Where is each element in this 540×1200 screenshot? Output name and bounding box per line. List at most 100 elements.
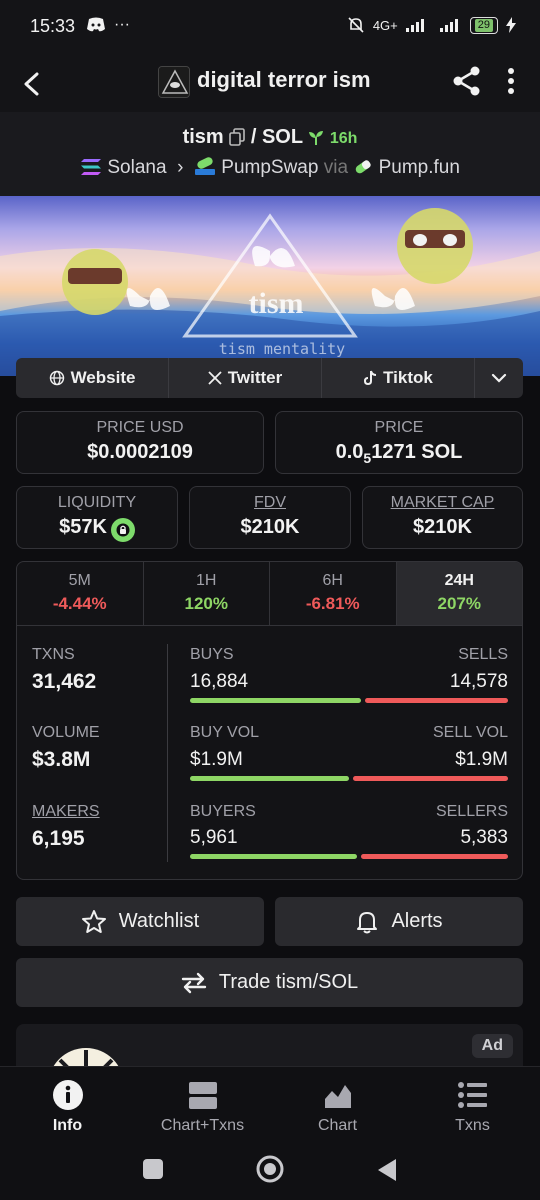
tiktok-label: Tiktok xyxy=(383,368,433,387)
signal-icon xyxy=(405,19,424,32)
page-title: digital terror ism xyxy=(197,67,371,92)
volume-ratio-bar xyxy=(190,776,508,781)
area-chart-icon xyxy=(324,1085,351,1108)
tiktok-icon xyxy=(364,370,377,386)
signal-icon-2 xyxy=(439,19,458,32)
chain-link[interactable]: Solana xyxy=(107,157,166,178)
sells-label: SELLS xyxy=(458,646,508,663)
sell-vol-bar xyxy=(353,776,508,781)
liquidity-card: LIQUIDITY $57K xyxy=(16,486,178,549)
sells-value: 14,578 xyxy=(449,671,508,692)
status-bar: 15:33 ··· 4G+ 29 xyxy=(0,0,540,56)
share-button[interactable] xyxy=(450,64,484,98)
pair-title: tism / SOL 16h xyxy=(0,126,540,149)
back-nav-button[interactable] xyxy=(376,1158,398,1182)
split-view-icon xyxy=(188,1082,217,1109)
arrow-left-icon xyxy=(24,72,39,96)
banner-caption: tism mentality xyxy=(219,340,345,358)
price-native-label: PRICE xyxy=(374,419,424,436)
buyers-label: BUYERS xyxy=(190,803,256,820)
status-time: 15:33 xyxy=(30,16,76,36)
recents-button[interactable] xyxy=(142,1158,164,1180)
twitter-label: Twitter xyxy=(227,368,283,387)
tab-5m[interactable]: 5M -4.44% xyxy=(17,562,144,625)
tab-24h[interactable]: 24H 207% xyxy=(396,562,522,625)
nav-chart[interactable]: Chart xyxy=(270,1067,405,1146)
lock-icon[interactable] xyxy=(110,518,135,542)
price-usd-value: $0.0002109 xyxy=(87,441,193,463)
volume-value: $3.8M xyxy=(32,748,91,771)
nav-info[interactable]: Info xyxy=(0,1067,135,1146)
network-type: 4G+ xyxy=(372,17,398,33)
sells-bar xyxy=(364,698,508,703)
more-links-button[interactable] xyxy=(475,358,523,398)
swap-arrows-icon xyxy=(181,972,207,993)
change-5m: -4.44% xyxy=(52,594,107,613)
home-button[interactable] xyxy=(256,1155,284,1183)
star-icon xyxy=(81,909,106,933)
bottom-navigation: Info Chart+Txns Chart Txns xyxy=(0,1066,540,1146)
buyers-bar xyxy=(190,854,358,859)
discord-icon xyxy=(87,17,105,32)
base-symbol: tism xyxy=(182,126,224,148)
pair-age: 16h xyxy=(329,130,358,147)
market-cap-value: $210K xyxy=(413,516,472,538)
chevron-down-icon xyxy=(491,373,507,383)
social-links-bar: Website Twitter Tiktok xyxy=(16,358,523,398)
tiktok-link[interactable]: Tiktok xyxy=(322,358,475,398)
makers-label[interactable]: MAKERS xyxy=(32,803,100,821)
sellers-value: 5,383 xyxy=(460,827,508,848)
share-icon xyxy=(453,66,480,96)
list-icon xyxy=(457,1082,487,1108)
system-status: 4G+ 29 xyxy=(347,16,516,34)
pair-separator: / xyxy=(250,126,257,148)
buys-label: BUYS xyxy=(190,646,234,663)
buys-bar xyxy=(190,698,361,703)
launchpad-link[interactable]: Pump.fun xyxy=(379,157,460,178)
info-icon xyxy=(52,1080,83,1110)
banner-title: tism xyxy=(249,287,304,320)
nav-txns[interactable]: Txns xyxy=(405,1067,540,1146)
dex-link[interactable]: PumpSwap xyxy=(221,157,318,178)
alerts-label: Alerts xyxy=(391,910,443,932)
trade-button[interactable]: Trade tism/SOL xyxy=(16,958,523,1007)
tab-6h[interactable]: 6H -6.81% xyxy=(270,562,397,625)
back-button[interactable] xyxy=(14,66,50,102)
pair-route: Solana › PumpSwap via Pump.fun xyxy=(0,156,540,179)
battery-icon: 29 xyxy=(469,16,498,34)
twitter-link[interactable]: Twitter xyxy=(169,358,322,398)
token-logo xyxy=(158,66,190,98)
watchlist-button[interactable]: Watchlist xyxy=(16,897,264,946)
copy-icon[interactable] xyxy=(229,128,246,146)
alerts-button[interactable]: Alerts xyxy=(275,897,523,946)
tab-1h[interactable]: 1H 120% xyxy=(144,562,270,625)
more-options-button[interactable] xyxy=(496,64,526,98)
system-navigation-bar xyxy=(0,1146,540,1200)
token-banner-image: tism tism mentality xyxy=(0,196,540,376)
txns-value: 31,462 xyxy=(32,670,97,693)
makers-value: 6,195 xyxy=(32,827,85,850)
market-cap-card[interactable]: MARKET CAP $210K xyxy=(362,486,523,549)
pair-info: tism / SOL 16h Solana › PumpSwap via Pum… xyxy=(0,112,540,196)
volume-label: VOLUME xyxy=(32,724,100,741)
price-native-value: 0.051271 SOL xyxy=(335,441,463,466)
trading-stats-panel: 5M -4.44% 1H 120% 6H -6.81% 24H 207% TXN… xyxy=(16,561,523,880)
app-header: digital terror ism xyxy=(0,56,540,112)
change-1h: 120% xyxy=(184,594,228,613)
bell-icon xyxy=(357,911,378,933)
sell-vol-value: $1.9M xyxy=(455,749,508,770)
ad-badge: Ad xyxy=(471,1034,513,1058)
nav-info-label: Info xyxy=(52,1117,83,1134)
fdv-card[interactable]: FDV $210K xyxy=(189,486,351,549)
solana-icon xyxy=(81,159,102,175)
liquidity-value: $57K xyxy=(17,516,177,542)
nav-chart-txns[interactable]: Chart+Txns xyxy=(135,1067,270,1146)
sellers-label: SELLERS xyxy=(435,803,508,820)
notification-icons: ··· xyxy=(86,16,130,34)
txns-ratio-bar xyxy=(190,698,508,703)
globe-icon xyxy=(49,370,64,386)
market-cap-label: MARKET CAP xyxy=(390,494,495,511)
website-link[interactable]: Website xyxy=(16,358,169,398)
x-logo-icon xyxy=(208,371,222,385)
price-native-card: PRICE 0.051271 SOL xyxy=(275,411,523,474)
